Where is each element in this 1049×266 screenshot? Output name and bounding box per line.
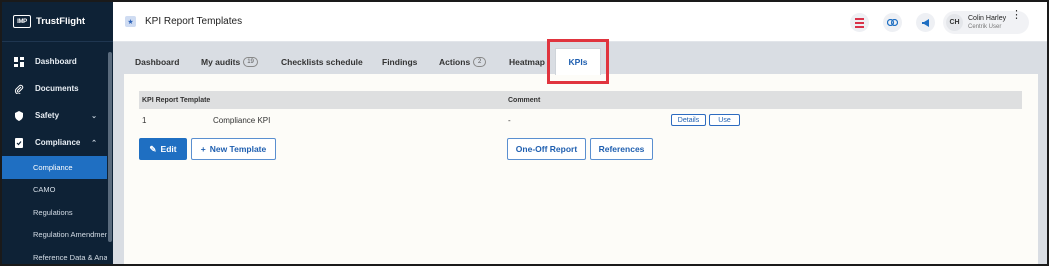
dashboard-icon xyxy=(14,56,24,67)
tab-dashboard[interactable]: Dashboard xyxy=(135,50,179,74)
user-role: Centrik User xyxy=(968,24,1002,30)
edit-icon: ✎ xyxy=(149,143,157,154)
sidebar-scrollbar-thumb[interactable] xyxy=(108,52,112,242)
new-template-button[interactable]: + New Template xyxy=(191,138,276,160)
plus-icon: + xyxy=(200,144,206,154)
tab-label: Findings xyxy=(382,57,418,67)
use-button[interactable]: Use xyxy=(709,114,740,126)
sidebar-nav: Dashboard Documents Safety ⌄ Compliance xyxy=(2,48,107,264)
one-off-report-label: One-Off Report xyxy=(515,144,578,154)
shield-icon xyxy=(14,110,24,121)
page-star-icon: ★ xyxy=(125,16,136,27)
chevron-up-icon: ⌃ xyxy=(91,139,97,147)
row-template-name: Compliance KPI xyxy=(213,116,271,125)
brand-name: TrustFlight xyxy=(36,16,86,27)
tab-label: Checklists schedule xyxy=(281,57,363,67)
table-header xyxy=(139,91,1022,109)
compliance-icon xyxy=(14,137,24,148)
megaphone-icon xyxy=(921,18,929,27)
new-template-label: New Template xyxy=(209,144,267,154)
sidebar-item-dashboard[interactable]: Dashboard xyxy=(2,48,107,75)
document-list-button[interactable] xyxy=(850,13,869,32)
details-button[interactable]: Details xyxy=(671,114,706,126)
paperclip-icon xyxy=(14,84,24,94)
count-badge: 19 xyxy=(243,57,258,67)
sidebar-item-safety[interactable]: Safety ⌄ xyxy=(2,102,107,129)
brand[interactable]: IMP TrustFlight xyxy=(2,2,113,42)
count-badge: 2 xyxy=(473,57,487,67)
tab-checklists-schedule[interactable]: Checklists schedule xyxy=(281,50,363,74)
app-window: IMP TrustFlight Dashboard Documents Safe… xyxy=(0,0,1049,266)
more-vertical-icon[interactable]: ⋮ xyxy=(1011,10,1022,21)
sidebar-subitem-regulations[interactable]: Regulations xyxy=(2,201,107,224)
sidebar-subitem-regulation-amendments[interactable]: Regulation Amendments xyxy=(2,224,107,247)
brand-logo: IMP xyxy=(13,15,31,28)
tab-label: My audits xyxy=(201,57,241,67)
sidebar-item-label: Dashboard xyxy=(35,57,77,66)
user-name: Colin Harley xyxy=(968,15,1007,22)
sidebar-subitem-camo[interactable]: CAMO xyxy=(2,179,107,202)
sidebar: IMP TrustFlight Dashboard Documents Safe… xyxy=(2,2,113,264)
page-title: KPI Report Templates xyxy=(145,16,243,27)
row-id: 1 xyxy=(142,116,147,125)
tab-label: Dashboard xyxy=(135,57,180,67)
header: ★ KPI Report Templates CH Colin Harley C… xyxy=(113,2,1047,42)
document-list-icon xyxy=(855,17,864,28)
sidebar-item-compliance[interactable]: Compliance ⌃ xyxy=(2,129,107,156)
tab-label: Heatmap xyxy=(509,57,545,67)
sidebar-item-documents[interactable]: Documents xyxy=(2,75,107,102)
tab-actions[interactable]: Actions 2 xyxy=(439,50,487,74)
tab-heatmap[interactable]: Heatmap xyxy=(509,50,545,74)
sidebar-item-label: Safety xyxy=(35,111,60,120)
references-button[interactable]: References xyxy=(590,138,653,160)
highlight-box xyxy=(547,39,609,84)
link-icon xyxy=(887,19,898,26)
references-label: References xyxy=(598,144,645,154)
edit-label: Edit xyxy=(160,144,177,154)
sidebar-item-label: Compliance xyxy=(35,138,81,147)
one-off-report-button[interactable]: One-Off Report xyxy=(507,138,586,160)
announcements-button[interactable] xyxy=(916,13,935,32)
column-header-template: KPI Report Template xyxy=(142,97,211,104)
avatar: CH xyxy=(946,14,963,31)
tab-my-audits[interactable]: My audits 19 xyxy=(201,50,258,74)
tab-findings[interactable]: Findings xyxy=(382,50,417,74)
column-header-comment: Comment xyxy=(508,97,541,104)
edit-button[interactable]: ✎ Edit xyxy=(139,138,187,160)
link-button[interactable] xyxy=(883,13,902,32)
row-comment: - xyxy=(508,116,511,125)
tab-label: Actions xyxy=(439,57,471,67)
sidebar-subitem-reference-data[interactable]: Reference Data & Ana... xyxy=(2,246,107,264)
sidebar-item-label: Documents xyxy=(35,84,79,93)
sidebar-subitem-compliance[interactable]: Compliance xyxy=(2,156,107,179)
chevron-down-icon: ⌄ xyxy=(91,112,97,120)
